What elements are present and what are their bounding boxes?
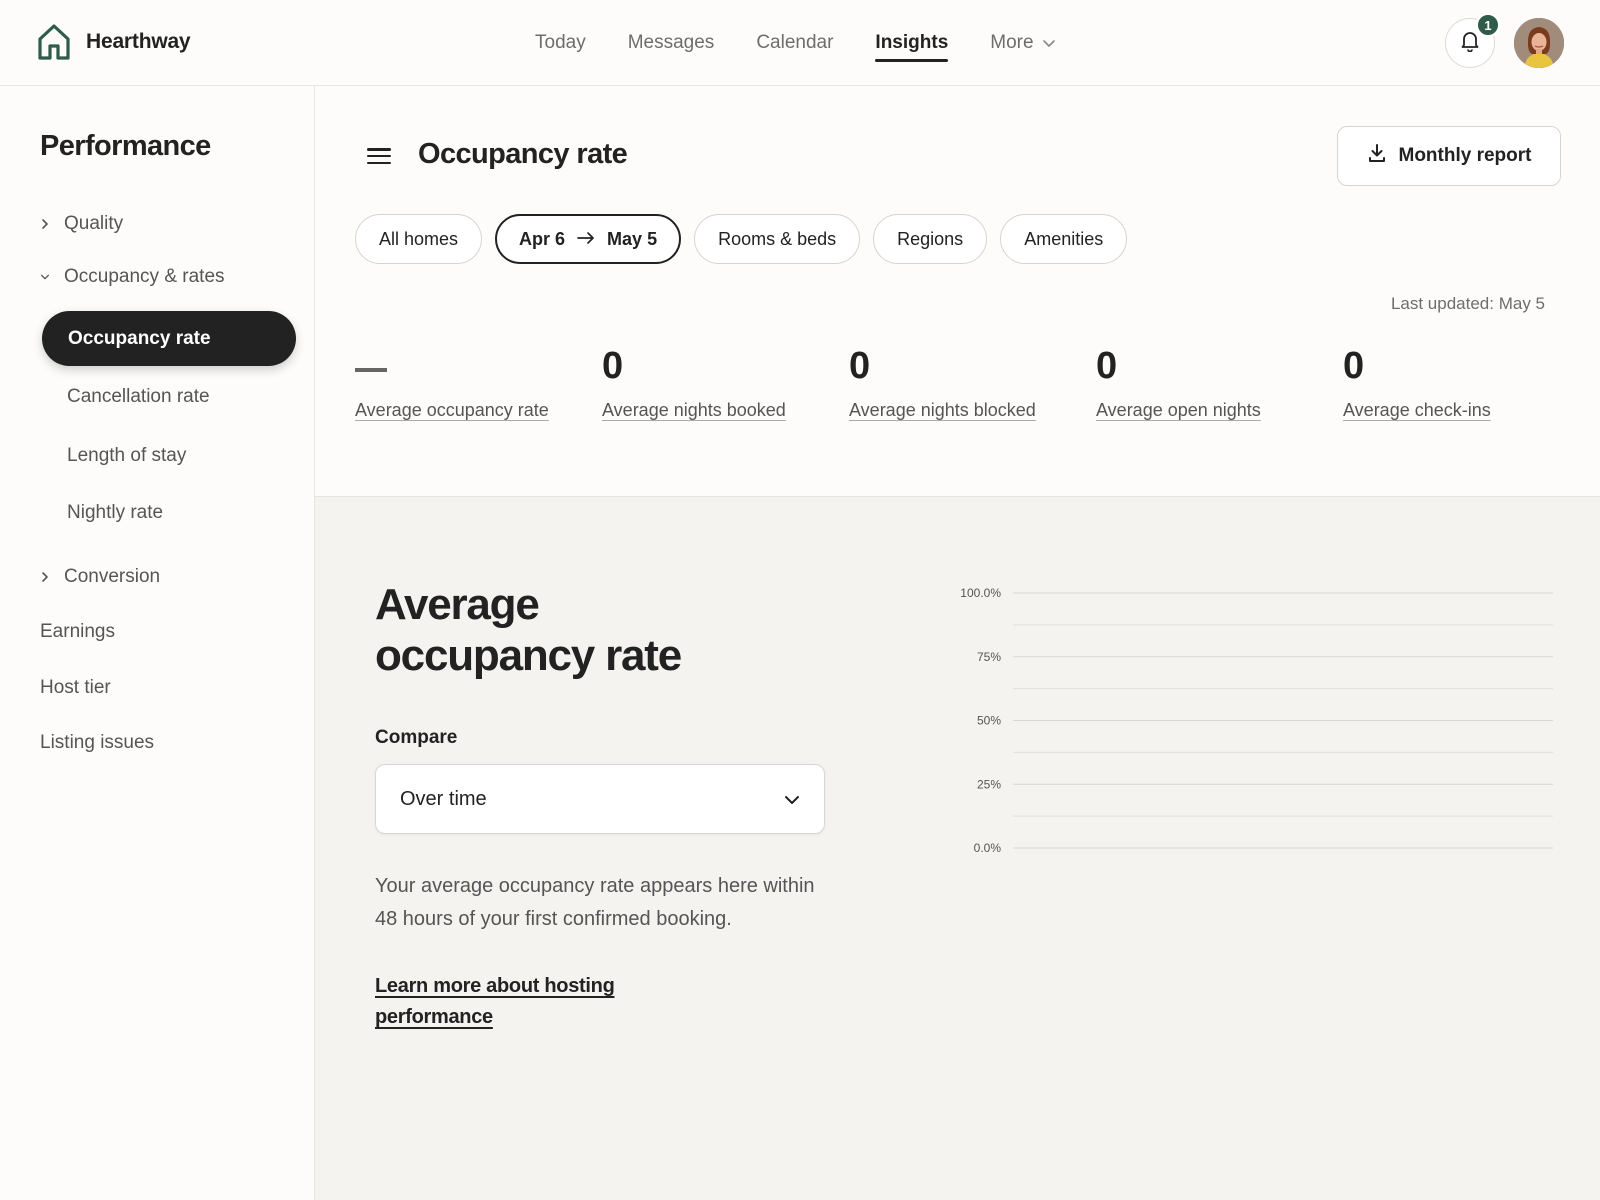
page-title: Occupancy rate [418,138,628,170]
download-icon [1367,143,1387,169]
nav-messages-label: Messages [627,32,715,53]
section-title: Average occupancy rate [375,580,682,680]
sidebar-group-label: Occupancy & rates [64,266,225,287]
metric-label[interactable]: Average nights booked [602,400,786,421]
main-header: Occupancy rate Monthly report All homes … [315,86,1600,497]
metric-value: 0 [602,345,624,387]
menu-icon[interactable] [367,146,391,166]
metric-occupancy: Average occupancy rate [355,344,602,421]
nav-calendar-label: Calendar [756,32,834,53]
date-start: Apr 6 [519,228,566,249]
compare-value: Over time [400,787,487,810]
sidebar-title: Performance [40,130,211,162]
notification-badge: 1 [1476,13,1500,37]
chart-y-tick-label: 50% [977,714,1001,728]
empty-value-dash [355,368,387,372]
detail-section: Average occupancy rate Compare Over time… [315,497,1600,1200]
filter-all-homes[interactable]: All homes [355,214,483,264]
compare-select[interactable]: Over time [375,764,825,834]
learn-more-link[interactable]: Learn more about hosting performance [375,971,675,1033]
sidebar-group-label: Quality [64,213,124,234]
nav-calendar[interactable]: Calendar [756,0,833,86]
nav-today-label: Today [535,32,586,53]
filter-amenities[interactable]: Amenities [1000,214,1128,264]
chevron-down-icon [40,272,50,282]
filter-date-range[interactable]: Apr 6 May 5 [495,214,682,264]
metric-label[interactable]: Average open nights [1096,400,1261,421]
arrow-right-icon [577,229,595,250]
avatar[interactable] [1514,18,1564,68]
sidebar-item-host-tier[interactable]: Host tier [40,677,111,699]
sidebar-item-listing-issues[interactable]: Listing issues [40,732,154,754]
compare-label: Compare [375,727,458,748]
metric-value: 0 [1343,345,1365,387]
filter-chips: All homes Apr 6 May 5 Rooms & beds Regio… [355,214,1128,264]
chart-y-tick-label: 75% [977,650,1001,664]
notifications-button[interactable]: 1 [1445,13,1500,68]
sidebar-item-occupancy-rate[interactable]: Occupancy rate [42,311,296,366]
metric-value: 0 [1096,345,1118,387]
sidebar-item-nightly-rate[interactable]: Nightly rate [67,502,163,524]
sidebar-group-occupancy[interactable]: Occupancy & rates [40,266,225,288]
main-nav: Today Messages Calendar Insights More [535,0,1056,86]
chart-y-tick-label: 25% [977,777,1001,791]
nav-insights[interactable]: Insights [875,0,948,86]
metric-label[interactable]: Average check-ins [1343,400,1491,421]
sidebar-group-conversion[interactable]: Conversion [40,566,160,588]
nav-messages[interactable]: Messages [628,0,715,86]
brand[interactable]: Hearthway [36,22,191,62]
chart-y-tick-label: 0.0% [974,841,1002,855]
top-bar: Hearthway Today Messages Calendar Insigh… [0,0,1600,86]
filter-regions[interactable]: Regions [873,214,988,264]
date-end: May 5 [607,228,658,249]
bell-icon [1460,30,1480,57]
filter-rooms-beds[interactable]: Rooms & beds [694,214,861,264]
sidebar-item-cancellation-rate[interactable]: Cancellation rate [67,386,210,408]
last-updated: Last updated: May 5 [1390,294,1545,313]
info-text: Your average occupancy rate appears here… [375,875,815,930]
chevron-right-icon [40,218,50,230]
metric-check-ins: 0 Average check-ins [1343,344,1590,421]
monthly-report-button[interactable]: Monthly report [1337,126,1561,186]
metric-label[interactable]: Average occupancy rate [355,400,549,421]
monthly-report-label: Monthly report [1398,145,1532,166]
sidebar-item-length-of-stay[interactable]: Length of stay [67,445,186,467]
metric-open-nights: 0 Average open nights [1096,344,1343,421]
metric-nights-blocked: 0 Average nights blocked [849,344,1096,421]
metric-nights-booked: 0 Average nights booked [602,344,849,421]
metric-value: 0 [849,345,871,387]
chevron-down-icon [784,788,800,811]
sidebar-group-label: Conversion [64,566,161,587]
home-icon [36,22,72,62]
nav-more[interactable]: More [990,0,1055,86]
chart-y-tick-label: 100.0% [960,586,1001,600]
brand-name: Hearthway [86,30,191,53]
nav-more-label: More [990,32,1034,53]
chevron-down-icon [1042,32,1056,54]
sidebar-group-quality[interactable]: Quality [40,213,123,235]
metrics-row: Average occupancy rate 0 Average nights … [355,344,1590,421]
metric-label[interactable]: Average nights blocked [849,400,1036,421]
sidebar-item-earnings[interactable]: Earnings [40,621,115,643]
occupancy-chart: 100.0% 75% 50% 25% 0.0% [960,586,1553,855]
chevron-right-icon [40,571,50,583]
sidebar: Performance Quality Occupancy & rates Oc… [0,86,315,1200]
nav-today[interactable]: Today [535,0,586,86]
nav-insights-label: Insights [875,32,949,53]
